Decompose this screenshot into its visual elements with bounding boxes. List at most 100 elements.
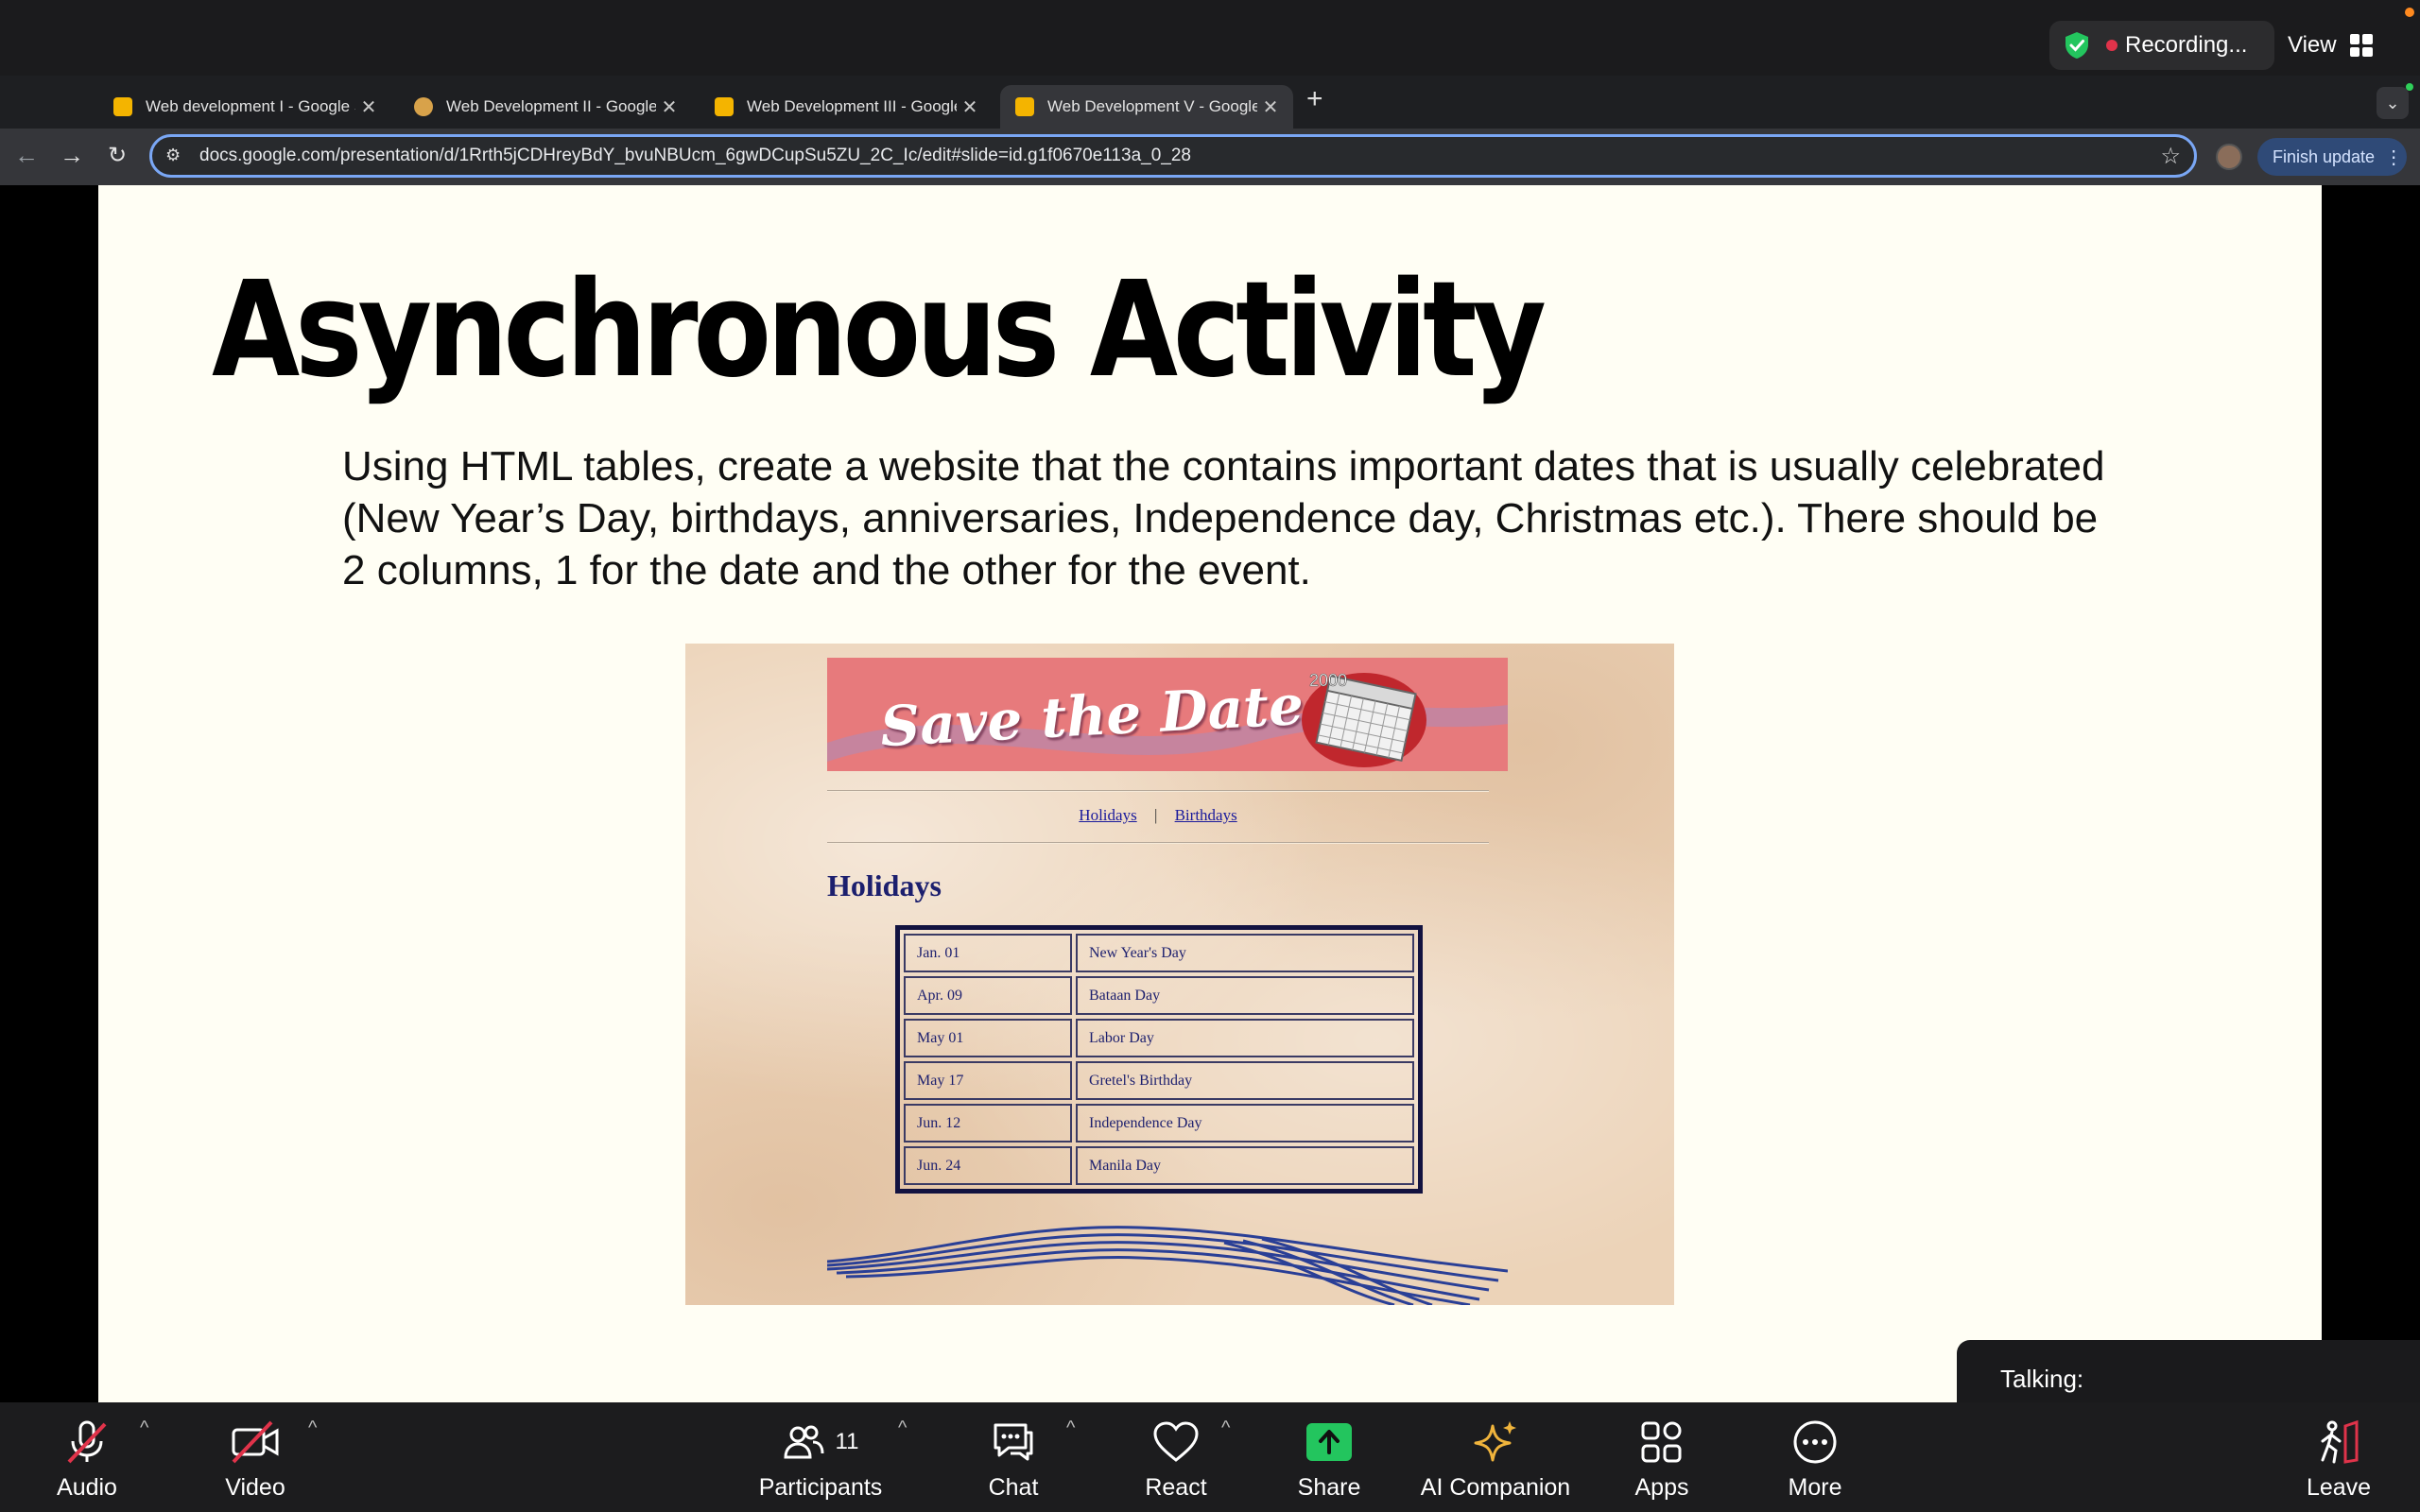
- close-tab-icon[interactable]: ✕: [957, 95, 983, 119]
- view-button[interactable]: View: [2288, 21, 2405, 70]
- more-label: More: [1788, 1474, 1842, 1501]
- share-button[interactable]: Share: [1291, 1408, 1367, 1510]
- leave-button[interactable]: Leave: [2301, 1408, 2377, 1510]
- camera-off-icon: [229, 1416, 282, 1469]
- participants-button[interactable]: 11 Participants: [747, 1408, 894, 1510]
- close-tab-icon[interactable]: ✕: [656, 95, 683, 119]
- table-row: May 01 Labor Day: [904, 1019, 1414, 1057]
- table-row: May 17 Gretel's Birthday: [904, 1061, 1414, 1100]
- tab-label: Web Development V - Google Slides: [1047, 97, 1257, 115]
- address-bar[interactable]: ⚙ docs.google.com/presentation/d/1Rrth5j…: [149, 134, 2197, 178]
- more-button[interactable]: More: [1777, 1408, 1853, 1510]
- react-label: React: [1145, 1474, 1207, 1501]
- url-text: docs.google.com/presentation/d/1Rrth5jCD…: [199, 146, 1191, 165]
- date-cell: Apr. 09: [904, 976, 1072, 1015]
- nav-link-holidays[interactable]: Holidays: [1079, 806, 1136, 824]
- ribbon-swoosh-decoration: [827, 1226, 1508, 1305]
- talking-label: Talking:: [2000, 1364, 2084, 1393]
- audio-options-caret-icon[interactable]: ^: [140, 1418, 148, 1439]
- audio-button[interactable]: Audio: [45, 1408, 129, 1510]
- new-tab-icon[interactable]: +: [1306, 83, 1323, 115]
- kebab-menu-icon: ⋮: [2384, 146, 2404, 168]
- slide: Asynchronous Activity Using HTML tables,…: [98, 185, 2322, 1402]
- holidays-heading: Holidays: [827, 868, 942, 902]
- table-row: Jun. 12 Independence Day: [904, 1104, 1414, 1143]
- browser-tab[interactable]: Web Development II - Google Slides ✕: [399, 85, 692, 129]
- site-settings-icon[interactable]: ⚙: [165, 146, 186, 166]
- nav-link-birthdays[interactable]: Birthdays: [1175, 806, 1237, 824]
- reload-icon[interactable]: ↻: [100, 138, 134, 172]
- forward-arrow-icon[interactable]: →: [55, 138, 89, 172]
- example-site-nav: Holidays | Birthdays: [827, 806, 1489, 825]
- status-dot-icon: [2406, 83, 2413, 91]
- event-cell: Manila Day: [1076, 1146, 1414, 1185]
- slides-favicon-icon: [414, 97, 433, 116]
- table-row: Jan. 01 New Year's Day: [904, 934, 1414, 972]
- tab-search-chevron-icon[interactable]: ⌄: [2377, 87, 2409, 119]
- participants-icon: 11: [764, 1416, 877, 1469]
- grid-view-icon: [2349, 34, 2373, 57]
- recording-indicator[interactable]: Recording...: [2049, 21, 2274, 70]
- leave-label: Leave: [2306, 1474, 2372, 1501]
- chat-icon: [987, 1416, 1040, 1469]
- tab-label: Web development I - Google Slides: [146, 97, 355, 115]
- react-button[interactable]: React: [1134, 1408, 1218, 1510]
- chat-button[interactable]: Chat: [974, 1408, 1053, 1510]
- event-cell: New Year's Day: [1076, 934, 1414, 972]
- back-arrow-icon[interactable]: ←: [9, 138, 43, 172]
- date-cell: May 01: [904, 1019, 1072, 1057]
- ai-companion-button[interactable]: AI Companion: [1418, 1408, 1573, 1510]
- example-website-image: Save the Dates! 2000 Holidays | Birthday…: [685, 644, 1674, 1305]
- recording-label: Recording...: [2125, 32, 2248, 58]
- browser-tab-strip: Web development I - Google Slides ✕ Web …: [0, 76, 2420, 129]
- apps-button[interactable]: Apps: [1624, 1408, 1700, 1510]
- sparkle-icon: [1469, 1416, 1522, 1469]
- date-cell: May 17: [904, 1061, 1072, 1100]
- chat-label: Chat: [988, 1474, 1039, 1501]
- view-label: View: [2288, 32, 2337, 58]
- browser-tab[interactable]: Web Development III - Google Slides ✕: [700, 85, 993, 129]
- video-button[interactable]: Video: [214, 1408, 297, 1510]
- divider: [827, 842, 1489, 844]
- video-options-caret-icon[interactable]: ^: [308, 1418, 317, 1439]
- tab-label: Web Development II - Google Slides: [446, 97, 656, 115]
- slides-favicon-icon: [1015, 97, 1034, 116]
- close-tab-icon[interactable]: ✕: [355, 95, 382, 119]
- close-tab-icon[interactable]: ✕: [1257, 95, 1284, 119]
- apps-label: Apps: [1634, 1474, 1689, 1501]
- date-cell: Jan. 01: [904, 934, 1072, 972]
- important-dates-table: Jan. 01 New Year's Day Apr. 09 Bataan Day …: [895, 925, 1423, 1194]
- chat-options-caret-icon[interactable]: ^: [1066, 1418, 1075, 1439]
- calendar-icon: 2000: [1302, 671, 1426, 767]
- profile-avatar[interactable]: [2216, 144, 2242, 170]
- screen: Recording... View Web development I - Go…: [0, 0, 2420, 1512]
- save-the-dates-banner: Save the Dates! 2000: [827, 658, 1508, 771]
- table-row: Jun. 24 Manila Day: [904, 1146, 1414, 1185]
- table-row: Apr. 09 Bataan Day: [904, 976, 1414, 1015]
- more-dots-icon: [1789, 1416, 1841, 1469]
- browser-tab-active[interactable]: Web Development V - Google Slides ✕: [1000, 85, 1293, 129]
- slides-favicon-icon: [715, 97, 734, 116]
- date-cell: Jun. 24: [904, 1146, 1072, 1185]
- audio-label: Audio: [57, 1474, 117, 1501]
- shield-check-icon: [2066, 32, 2088, 59]
- slides-favicon-icon: [113, 97, 132, 116]
- date-cell: Jun. 12: [904, 1104, 1072, 1143]
- participants-options-caret-icon[interactable]: ^: [898, 1418, 907, 1439]
- event-cell: Labor Day: [1076, 1019, 1414, 1057]
- browser-tab[interactable]: Web development I - Google Slides ✕: [98, 85, 391, 129]
- react-options-caret-icon[interactable]: ^: [1221, 1418, 1230, 1439]
- microphone-muted-icon: [60, 1416, 113, 1469]
- bookmark-star-icon[interactable]: ☆: [2160, 143, 2181, 170]
- participants-label: Participants: [758, 1474, 883, 1501]
- participants-count: 11: [835, 1429, 859, 1454]
- nav-separator: |: [1153, 806, 1158, 824]
- finish-update-button[interactable]: Finish update ⋮: [2257, 138, 2407, 176]
- zoom-top-bar: Recording... View: [0, 0, 2420, 76]
- tab-label: Web Development III - Google Slides: [747, 97, 957, 115]
- recording-dot-icon: [2106, 40, 2118, 51]
- calendar-year-text: 2000: [1309, 671, 1347, 690]
- divider: [827, 790, 1489, 792]
- share-screen-icon: [1303, 1416, 1356, 1469]
- slide-body-text: Using HTML tables, create a website that…: [342, 443, 2105, 593]
